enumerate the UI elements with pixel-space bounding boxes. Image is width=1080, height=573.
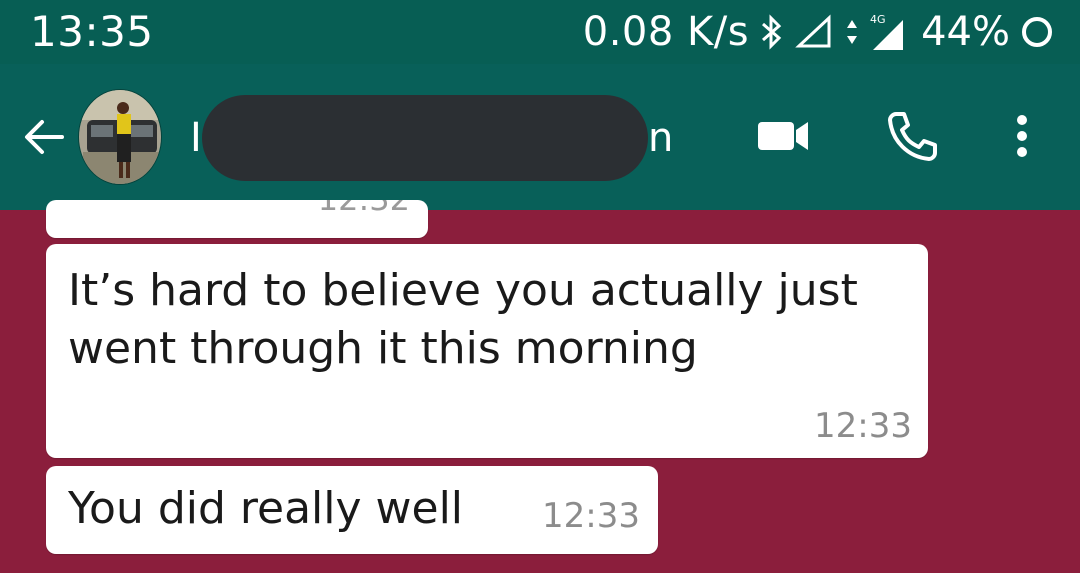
signal-4g-icon: 4G (869, 12, 905, 52)
back-arrow-icon (25, 120, 64, 154)
more-options-button[interactable] (990, 104, 1054, 168)
message-time: 12:32 (318, 200, 410, 218)
network-type-label: 4G (870, 13, 886, 26)
contact-name-initial: I (190, 115, 202, 161)
status-indicators: 0.08 K/s 4G 44% (583, 8, 1054, 56)
message-text: It’s hard to believe you actually just w… (68, 265, 858, 374)
chat-header: In (0, 64, 1080, 210)
video-call-button[interactable] (752, 104, 816, 168)
message-bubble[interactable]: It’s hard to believe you actually just w… (46, 244, 928, 458)
back-button[interactable] (14, 110, 74, 164)
message-text: You did really well (68, 483, 464, 534)
battery-level: 44% (921, 9, 1010, 55)
bluetooth-icon (759, 14, 785, 50)
phone-icon (888, 112, 937, 161)
redaction-bar (202, 95, 648, 181)
chat-area[interactable]: 12:32 It’s hard to believe you actually … (0, 200, 1080, 573)
data-arrows-icon (845, 14, 859, 50)
voice-call-button[interactable] (880, 104, 944, 168)
message-bubble-previous[interactable]: 12:32 (46, 200, 428, 238)
status-bar: 13:35 0.08 K/s 4G 44% (0, 0, 1080, 64)
video-camera-icon (758, 122, 808, 150)
contact-name-tail: n (648, 115, 670, 161)
contact-avatar[interactable] (78, 89, 162, 185)
message-time: 12:33 (542, 496, 640, 536)
message-time: 12:33 (814, 406, 912, 446)
network-speed: 0.08 K/s (582, 9, 750, 55)
battery-ring-icon (1020, 15, 1054, 49)
more-vert-icon (1017, 115, 1027, 157)
status-time: 13:35 (30, 7, 154, 56)
message-bubble[interactable]: You did really well 12:33 (46, 466, 658, 554)
signal-empty-icon (795, 14, 835, 50)
